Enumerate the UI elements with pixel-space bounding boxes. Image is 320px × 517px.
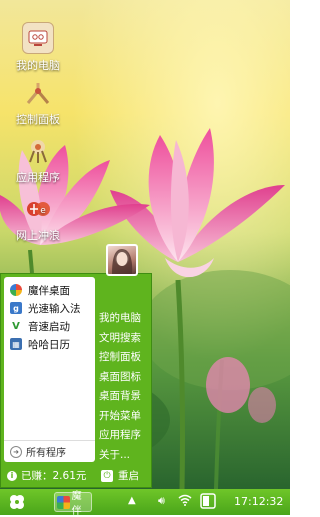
- info-icon: i: [7, 470, 17, 481]
- launcher-icon: V: [10, 320, 22, 332]
- desktop-icon-browser[interactable]: e 网上冲浪: [10, 194, 66, 243]
- all-programs-button[interactable]: ➜ 所有程序: [4, 440, 95, 462]
- earnings-label: 已赚：2.61元: [21, 470, 87, 482]
- shortcut-start-menu[interactable]: 开始菜单: [99, 408, 153, 428]
- taskbar-app-mobuzm[interactable]: 魔伴: [54, 491, 92, 517]
- shortcut-desktop-background[interactable]: 桌面背景: [99, 388, 153, 408]
- program-item-launcher[interactable]: V 音速启动: [4, 317, 95, 335]
- svg-text:e: e: [40, 206, 46, 216]
- desktop-icon-applications[interactable]: 应用程序: [10, 136, 66, 185]
- earnings-display: i 已赚：2.61元: [7, 468, 86, 483]
- browser-icon: e: [23, 194, 53, 224]
- restart-button[interactable]: ⏻ 重启: [101, 468, 139, 483]
- program-label: 魔伴桌面: [28, 284, 70, 297]
- computer-icon: [22, 22, 54, 54]
- shortcut-applications[interactable]: 应用程序: [99, 427, 153, 447]
- program-item-mobuzm[interactable]: 魔伴桌面: [4, 281, 95, 299]
- desktop-icon-label: 网上冲浪: [16, 229, 60, 242]
- arrow-right-icon: ➜: [10, 445, 22, 458]
- program-item-input-method[interactable]: g 光速输入法: [4, 299, 95, 317]
- user-avatar[interactable]: [106, 244, 138, 276]
- mobuzm-icon: [10, 284, 22, 296]
- program-item-calendar[interactable]: ▦ 哈哈日历: [4, 335, 95, 353]
- shortcut-my-computer[interactable]: 我的电脑: [99, 310, 153, 330]
- taskbar: 魔伴 ▲ 🔊︎ 17:12:32: [0, 489, 290, 517]
- program-label: 光速输入法: [28, 302, 81, 315]
- desktop-icon-my-computer[interactable]: 我的电脑: [10, 22, 66, 73]
- restart-label: 重启: [118, 470, 139, 482]
- clock: 17:12:32: [234, 495, 284, 508]
- program-list: 魔伴桌面 g 光速输入法 V 音速启动 ▦ 哈哈日历 ➜ 所有程序: [4, 277, 95, 462]
- desktop-icon-control-panel[interactable]: 控制面板: [10, 78, 66, 127]
- menu-footer: i 已赚：2.61元 ⏻ 重启: [1, 464, 153, 488]
- wifi-icon[interactable]: [178, 494, 192, 509]
- taskbar-app-label: 魔伴: [71, 491, 82, 517]
- start-button[interactable]: [8, 493, 26, 515]
- battery-icon: [200, 493, 218, 512]
- shortcut-control-panel[interactable]: 控制面板: [99, 349, 153, 369]
- power-icon: ⏻: [101, 469, 113, 482]
- shortcut-search[interactable]: 文明搜索: [99, 330, 153, 350]
- desktop-icon-label: 我的电脑: [16, 59, 60, 72]
- menu-shortcuts: 我的电脑 文明搜索 控制面板 桌面图标 桌面背景 开始菜单 应用程序 关于...: [99, 310, 153, 466]
- program-label: 音速启动: [28, 320, 70, 333]
- all-programs-label: 所有程序: [26, 448, 66, 459]
- input-method-icon: g: [10, 302, 22, 314]
- mobuzm-icon: [57, 495, 70, 509]
- desktop-icon-label: 应用程序: [16, 171, 60, 184]
- applications-icon: [23, 136, 53, 166]
- desktop-icon-label: 控制面板: [16, 113, 60, 126]
- start-menu: 魔伴桌面 g 光速输入法 V 音速启动 ▦ 哈哈日历 ➜ 所有程序 我的电脑 文…: [0, 273, 152, 488]
- clover-icon: [10, 495, 24, 509]
- shortcut-desktop-icons[interactable]: 桌面图标: [99, 369, 153, 389]
- control-panel-icon: [23, 78, 53, 108]
- program-label: 哈哈日历: [28, 338, 70, 351]
- tray-expand-icon[interactable]: ▲: [128, 495, 136, 506]
- volume-icon[interactable]: 🔊︎: [158, 494, 165, 508]
- calendar-icon: ▦: [10, 338, 22, 350]
